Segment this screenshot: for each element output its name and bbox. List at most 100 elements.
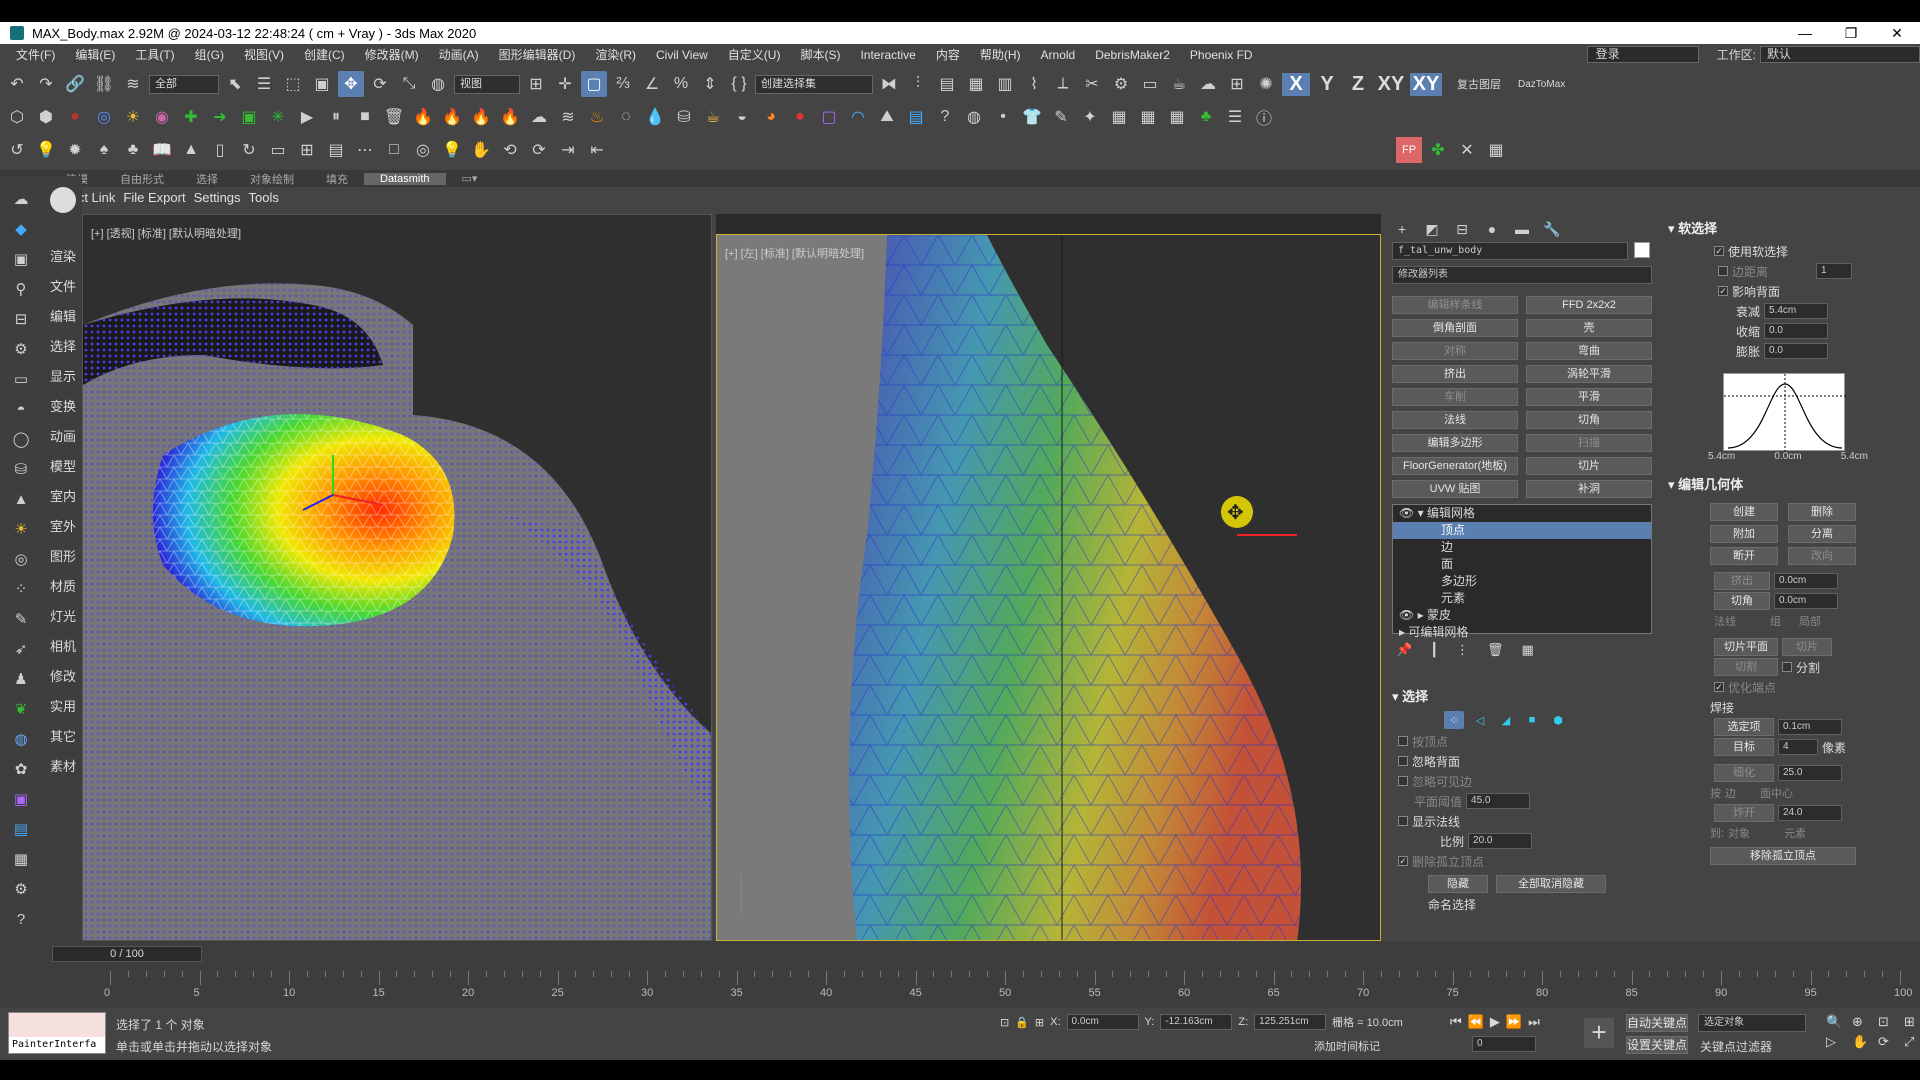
leaf-icon[interactable]: ❦ bbox=[6, 696, 36, 722]
swirl-icon[interactable]: ◌ bbox=[613, 104, 639, 130]
redo-icon[interactable]: ↷ bbox=[33, 71, 59, 97]
file-export-button[interactable]: File Export bbox=[123, 190, 193, 205]
zoom-icon[interactable]: 🔍 bbox=[1826, 1014, 1848, 1030]
plant-green-icon[interactable]: ✤ bbox=[1425, 137, 1451, 163]
create-icon[interactable]: ☁ bbox=[6, 186, 36, 212]
left-label-assets[interactable]: 素材 bbox=[44, 752, 82, 782]
lock-icon[interactable]: 🔒 bbox=[1015, 1016, 1029, 1029]
settings-button[interactable]: Settings bbox=[194, 190, 249, 205]
brush-icon[interactable]: ✎ bbox=[1048, 104, 1074, 130]
menu-customize[interactable]: 自定义(U) bbox=[718, 46, 791, 63]
modifier-button[interactable]: 补洞 bbox=[1526, 480, 1652, 498]
ignore-backfacing-row[interactable]: 忽略背面 bbox=[1384, 751, 1660, 771]
green-move-icon[interactable]: ✚ bbox=[178, 104, 204, 130]
wave-icon[interactable]: ◠ bbox=[845, 104, 871, 130]
maxscript-listener[interactable]: PainterInterfa bbox=[8, 1012, 106, 1054]
make-unique-icon[interactable]: ⋮ bbox=[1456, 642, 1469, 658]
tools-button[interactable]: Tools bbox=[249, 190, 287, 205]
move-icon[interactable]: ✥ bbox=[338, 71, 364, 97]
menu-civil-view[interactable]: Civil View bbox=[646, 48, 718, 62]
menu-modifiers[interactable]: 修改器(M) bbox=[355, 46, 429, 63]
wind-icon[interactable]: ≋ bbox=[555, 104, 581, 130]
square-icon[interactable]: □ bbox=[381, 137, 407, 163]
gear-icon[interactable]: ⚙ bbox=[6, 876, 36, 902]
cup-icon[interactable]: ☕ bbox=[700, 104, 726, 130]
modifier-button[interactable]: 平滑 bbox=[1526, 388, 1652, 406]
tree-small-icon[interactable]: ♣ bbox=[120, 137, 146, 163]
cycle2-icon[interactable]: ⟳ bbox=[526, 137, 552, 163]
help-circle-icon[interactable]: ⓘ bbox=[1251, 104, 1277, 130]
use-soft-selection-row[interactable]: ✓ 使用软选择 bbox=[1660, 241, 1920, 261]
undo-icon[interactable]: ↶ bbox=[4, 71, 30, 97]
isolate-icon[interactable]: ⊡ bbox=[1000, 1016, 1009, 1029]
render-setup-icon[interactable]: ⚙ bbox=[1108, 71, 1134, 97]
left-label-animation[interactable]: 动画 bbox=[44, 422, 82, 452]
stack-item-skin[interactable]: 👁 ▸ 蒙皮 bbox=[1393, 607, 1651, 624]
select-object-icon[interactable]: ⬉ bbox=[222, 71, 248, 97]
mountain-icon[interactable]: ⛰ bbox=[874, 104, 900, 130]
stop-icon[interactable]: ■ bbox=[352, 104, 378, 130]
rocket-icon[interactable]: ➶ bbox=[6, 636, 36, 662]
modifier-button[interactable]: 弯曲 bbox=[1526, 342, 1652, 360]
export-icon[interactable]: ⇥ bbox=[555, 137, 581, 163]
attach-button[interactable]: 附加 bbox=[1710, 525, 1778, 543]
left-label-other[interactable]: 其它 bbox=[44, 722, 82, 752]
ignore-visible-edges-row[interactable]: 忽略可见边 bbox=[1384, 771, 1660, 791]
ref-coord-dropdown[interactable]: 视图 bbox=[454, 74, 520, 94]
auto-key-button[interactable]: 自动关键点 bbox=[1626, 1014, 1689, 1032]
element-level-icon[interactable]: ⬢ bbox=[1548, 711, 1568, 729]
help-icon[interactable]: ? bbox=[6, 906, 36, 932]
add-key-icon[interactable]: + bbox=[1584, 1018, 1614, 1048]
named-selection-dropdown[interactable]: 创建选择集 bbox=[755, 74, 873, 94]
ribbon-tab-datasmith[interactable]: Datasmith bbox=[364, 172, 446, 185]
percent-snap-icon[interactable]: % bbox=[668, 71, 694, 97]
modifier-button[interactable]: UVW 贴图 bbox=[1392, 480, 1518, 498]
modifier-button[interactable]: 扫描 bbox=[1526, 434, 1652, 452]
pin-stack-icon[interactable]: 📌 bbox=[1396, 642, 1412, 658]
pine-icon[interactable]: ▲ bbox=[178, 137, 204, 163]
modifier-button[interactable]: FFD 2x2x2 bbox=[1526, 296, 1652, 314]
book-icon[interactable]: 📖 bbox=[149, 137, 175, 163]
cycle-icon[interactable]: ⟲ bbox=[497, 137, 523, 163]
modifier-button[interactable]: 法线 bbox=[1392, 411, 1518, 429]
pause-icon[interactable]: ⏸ bbox=[323, 104, 349, 130]
dots-icon[interactable]: ⁘ bbox=[6, 576, 36, 602]
frame-icon[interactable]: ▣ bbox=[236, 104, 262, 130]
left-label-light[interactable]: 灯光 bbox=[44, 602, 82, 632]
nodes-icon[interactable]: ⋯ bbox=[352, 137, 378, 163]
polygon-level-icon[interactable]: ■ bbox=[1522, 711, 1542, 729]
stack-item-edit-mesh[interactable]: 👁 ▾ 编辑网格 bbox=[1393, 505, 1651, 522]
timeline-ruler[interactable]: 0 5 10 15 20 25 30 35 40 45 50 55 60 65 70 75 80 85 90 95 10… bbox=[102, 971, 1920, 1007]
panel-icon[interactable]: ▤ bbox=[323, 137, 349, 163]
left-label-file[interactable]: 文件 bbox=[44, 272, 82, 302]
create-button[interactable]: 创建 bbox=[1710, 503, 1778, 521]
ribbon-options-icon[interactable]: ▭▾ bbox=[446, 172, 494, 185]
toggle-ribbon-icon[interactable]: ▦ bbox=[963, 71, 989, 97]
tv-icon[interactable]: ▢ bbox=[816, 104, 842, 130]
modifier-button[interactable]: 涡轮平滑 bbox=[1526, 365, 1652, 383]
by-vertex-row[interactable]: 按顶点 bbox=[1384, 731, 1660, 751]
burst-icon[interactable]: ✳ bbox=[265, 104, 291, 130]
show-end-result-icon[interactable]: ┃ bbox=[1430, 642, 1438, 658]
sun-icon[interactable]: ☀ bbox=[120, 104, 146, 130]
fp-icon[interactable]: FP bbox=[1396, 137, 1422, 163]
select-manipulate-icon[interactable]: ✛ bbox=[552, 71, 578, 97]
camera-icon[interactable]: ▭ bbox=[6, 366, 36, 392]
film2-icon[interactable]: ▦ bbox=[1135, 104, 1161, 130]
bulb-icon[interactable]: 💡 bbox=[33, 137, 59, 163]
restore-layer-label[interactable]: 复古图层 bbox=[1457, 76, 1501, 92]
light-icon[interactable]: ◎ bbox=[91, 104, 117, 130]
tree-icon[interactable]: ♣ bbox=[1193, 104, 1219, 130]
modifier-button[interactable]: 倒角剖面 bbox=[1392, 319, 1518, 337]
globe-icon[interactable]: ◍ bbox=[961, 104, 987, 130]
login-dropdown[interactable]: 登录 bbox=[1586, 46, 1699, 63]
minimize-button[interactable]: — bbox=[1782, 25, 1828, 42]
shirt-icon[interactable]: 👕 bbox=[1019, 104, 1045, 130]
stack-item-face[interactable]: 面 bbox=[1393, 556, 1651, 573]
sphere-icon[interactable]: ◯ bbox=[6, 426, 36, 452]
zoom-all-icon[interactable]: ⊕ bbox=[1852, 1014, 1874, 1030]
delete-isolated-row[interactable]: ✓ 删除孤立顶点 bbox=[1384, 851, 1660, 871]
maximize-viewport-icon[interactable]: ⤢ bbox=[1904, 1034, 1920, 1050]
orbit-icon[interactable]: ⟳ bbox=[1878, 1034, 1900, 1050]
bucket-icon[interactable]: ⛁ bbox=[671, 104, 697, 130]
